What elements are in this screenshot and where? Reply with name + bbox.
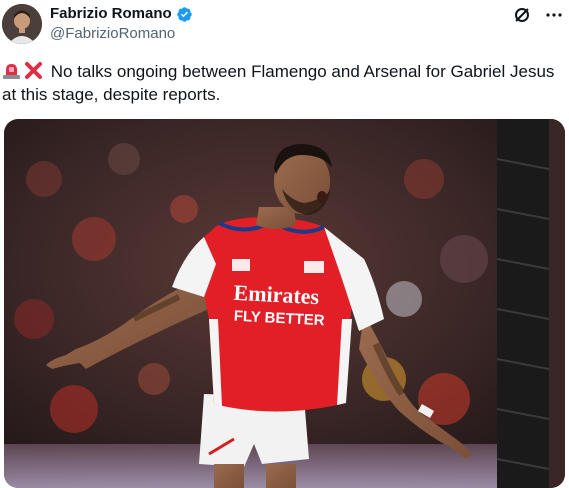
author-handle[interactable]: @FabrizioRomano	[50, 25, 175, 43]
cross-mark-emoji	[24, 61, 43, 80]
tweet-media-photo[interactable]: Emirates FLY BETTER	[4, 119, 565, 488]
tweet-body: No talks ongoing between Flamengo and Ar…	[2, 62, 555, 104]
grok-slash-icon[interactable]	[513, 6, 531, 24]
more-options-icon[interactable]	[545, 6, 563, 24]
footballer-celebrating-photo: Emirates FLY BETTER	[4, 119, 565, 488]
verified-badge-icon	[176, 6, 193, 23]
tweet-text: No talks ongoing between Flamengo and Ar…	[2, 60, 564, 106]
police-light-emoji	[2, 61, 21, 80]
shirt-sponsor-text: Emirates	[233, 280, 320, 309]
author-display-name[interactable]: Fabrizio Romano	[50, 5, 172, 23]
avatar[interactable]	[2, 4, 42, 44]
avatar-photo	[2, 4, 42, 44]
